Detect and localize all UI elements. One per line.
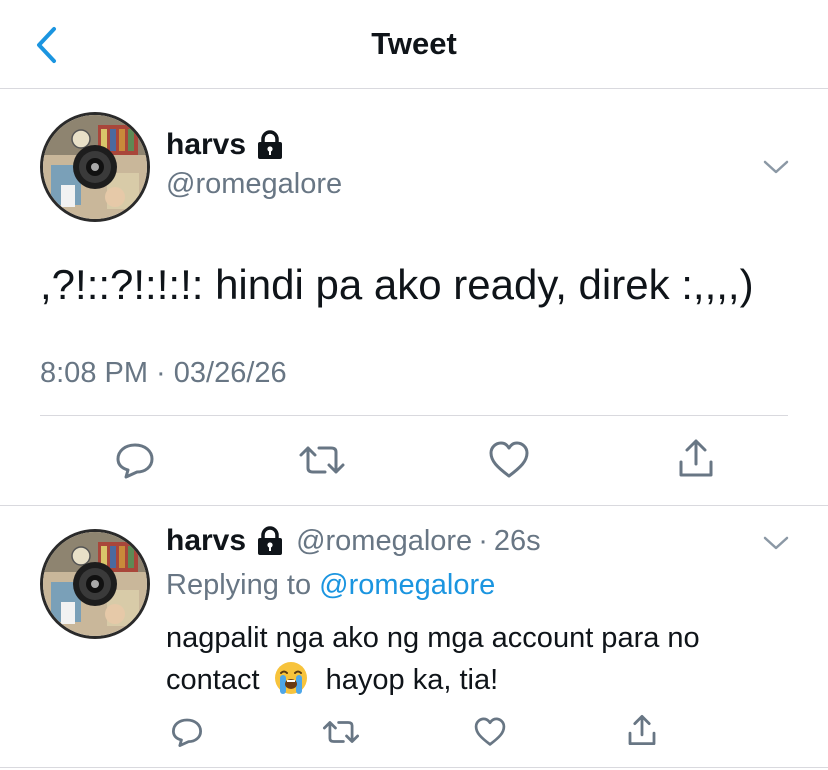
lock-icon [258, 130, 283, 159]
separator-dot: · [478, 524, 488, 557]
reply-author-name[interactable]: harvs [166, 524, 246, 558]
reply-icon[interactable] [114, 440, 156, 480]
like-icon[interactable] [487, 440, 531, 480]
replying-to: Replying to @romegalore [166, 566, 495, 604]
navigation-bar: Tweet [0, 0, 828, 89]
reply-text: nagpalit nga ako ng mga account para no … [166, 617, 796, 701]
tweet-timestamp: 8:08 PM · 03/26/26 [40, 357, 287, 389]
retweet-icon[interactable] [298, 440, 346, 480]
like-icon[interactable] [473, 716, 507, 748]
lock-icon [258, 526, 283, 555]
avatar-image [43, 115, 147, 219]
author-name[interactable]: harvs [166, 128, 246, 162]
divider [0, 505, 828, 506]
chevron-down-icon[interactable] [762, 534, 790, 552]
avatar[interactable] [40, 529, 150, 639]
author-info: harvs [166, 128, 284, 162]
author-handle-row: @romegalore [166, 168, 342, 201]
replying-to-label: Replying to [166, 569, 312, 601]
tweet-text: ,?!::?!:!:!: hindi pa ako ready, direk :… [40, 261, 754, 308]
avatar-image [43, 532, 147, 636]
reply-author-info: harvs @romegalore · 26s [166, 524, 541, 558]
avatar[interactable] [40, 112, 150, 222]
reply-author-handle[interactable]: @romegalore [296, 525, 472, 558]
reply-time: 26s [493, 524, 541, 557]
loudly-crying-face-icon [274, 662, 307, 694]
divider [40, 415, 788, 416]
reply-icon[interactable] [170, 716, 204, 748]
reply-text-part-2: hayop ka, tia! [325, 664, 499, 696]
retweet-icon[interactable] [322, 716, 360, 748]
page-title: Tweet [371, 26, 457, 61]
author-handle[interactable]: @romegalore [166, 168, 342, 201]
replying-to-mention[interactable]: @romegalore [319, 569, 495, 601]
chevron-down-icon[interactable] [762, 158, 790, 176]
share-icon[interactable] [676, 436, 716, 480]
share-icon[interactable] [626, 712, 658, 748]
divider [0, 767, 828, 768]
